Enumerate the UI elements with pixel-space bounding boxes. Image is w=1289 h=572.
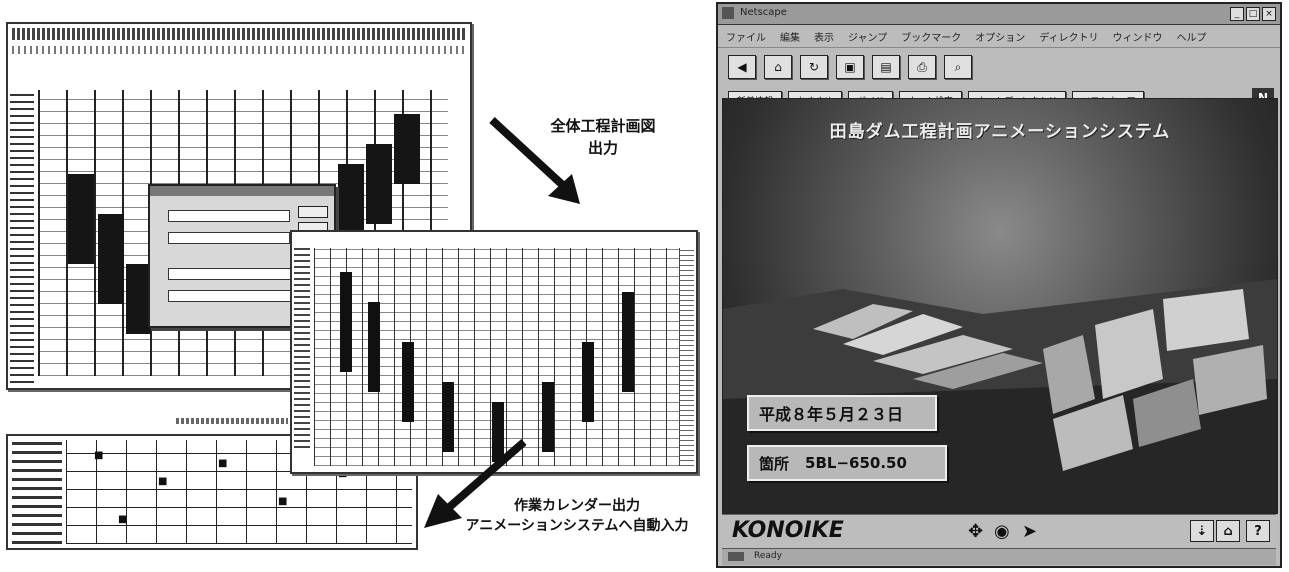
animation-viewport: 田島ダム工程計画アニメーションシステム 平成８年５月２３日 箇所 5BL−650…: [722, 98, 1278, 514]
system-menu-icon[interactable]: [722, 7, 734, 19]
help-button[interactable]: ?: [1246, 520, 1270, 542]
konoike-logo: KONOIKE: [732, 518, 844, 543]
find-icon[interactable]: ⌕: [944, 55, 972, 79]
schedule-bar: [340, 272, 352, 372]
spreadsheet-formula-bar: [12, 46, 466, 54]
overview-right-column: [679, 248, 694, 466]
menu-edit[interactable]: 編集: [780, 29, 800, 44]
schedule-bar: [542, 382, 554, 452]
spreadsheet-row-labels: [10, 90, 34, 390]
dialog-titlebar: [150, 186, 334, 196]
dialog-option[interactable]: [168, 268, 310, 280]
menu-file[interactable]: ファイル: [726, 29, 766, 44]
status-bar: Ready: [722, 548, 1276, 565]
menu-bookmarks[interactable]: ブックマーク: [901, 29, 961, 44]
maximize-icon[interactable]: □: [1246, 7, 1260, 21]
chart-footer-text: [176, 418, 288, 424]
back-icon[interactable]: ◀: [728, 55, 756, 79]
date-text: 平成８年５月２３日: [759, 405, 904, 424]
overview-row-labels: [294, 248, 310, 448]
schedule-bar: [622, 292, 634, 392]
schedule-bar: [582, 342, 594, 422]
calendar-mark: ■: [118, 514, 128, 525]
menu-options[interactable]: オプション: [975, 29, 1025, 44]
calendar-row-labels: [12, 440, 62, 544]
schedule-bar: [68, 174, 94, 264]
dialog-ok-button[interactable]: [298, 206, 328, 218]
eye-view-icon[interactable]: ◉: [994, 521, 1010, 542]
home-icon[interactable]: ⌂: [764, 55, 792, 79]
schedule-bar: [98, 214, 124, 304]
schedule-bar: [126, 264, 150, 334]
date-display: 平成８年５月２３日: [747, 395, 937, 431]
arrow-to-calendar-icon: [424, 438, 527, 528]
dialog-option[interactable]: [168, 290, 310, 302]
open-icon[interactable]: ▤: [872, 55, 900, 79]
schedule-bar: [402, 342, 414, 422]
control-bar: KONOIKE ✥ ◉ ➤ ⇣ ⌂ ?: [722, 514, 1276, 547]
minimize-icon[interactable]: _: [1230, 7, 1244, 21]
calendar-mark: ■: [218, 458, 228, 469]
menu-go[interactable]: ジャンプ: [848, 29, 887, 44]
location-label: 箇所: [759, 454, 790, 473]
menu-view[interactable]: 表示: [814, 29, 834, 44]
security-key-icon: [728, 552, 744, 561]
close-icon[interactable]: ×: [1262, 7, 1276, 21]
calendar-mark: ■: [278, 496, 288, 507]
arrow-to-overall-chart-icon: [489, 117, 580, 204]
schedule-bar: [368, 302, 380, 392]
menu-window[interactable]: ウィンドウ: [1113, 29, 1163, 44]
calendar-mark: ■: [158, 476, 168, 487]
status-text: Ready: [754, 551, 782, 561]
menu-directory[interactable]: ディレクトリ: [1039, 29, 1098, 44]
print-icon[interactable]: ⎙: [908, 55, 936, 79]
schedule-bar: [394, 114, 420, 184]
location-value: 5BL−650.50: [805, 454, 907, 472]
title-bar: Netscape _ □ ×: [718, 4, 1280, 25]
dialog-option[interactable]: [168, 210, 290, 222]
dialog-option[interactable]: [168, 232, 290, 244]
move-cross-icon[interactable]: ✥: [968, 521, 983, 542]
toolbar: ◀ ⌂ ↻ ▣ ▤ ⎙ ⌕: [718, 48, 1280, 86]
system-title: 田島ダム工程計画アニメーションシステム: [829, 122, 1171, 142]
forward-arrow-icon[interactable]: ➤: [1022, 521, 1037, 542]
browser-window: Netscape _ □ × ファイル 編集 表示 ジャンプ ブックマーク オプ…: [716, 2, 1282, 568]
reload-icon[interactable]: ↻: [800, 55, 828, 79]
spreadsheet-toolbar: [12, 28, 466, 40]
calendar-mark: ■: [94, 450, 104, 461]
images-icon[interactable]: ▣: [836, 55, 864, 79]
download-icon[interactable]: ⇣: [1190, 520, 1214, 542]
menu-bar: ファイル 編集 表示 ジャンプ ブックマーク オプション ディレクトリ ウィンド…: [718, 25, 1280, 48]
schedule-bar: [366, 144, 392, 224]
home-icon[interactable]: ⌂: [1216, 520, 1240, 542]
location-display: 箇所 5BL−650.50: [747, 445, 947, 481]
window-title: Netscape: [740, 7, 787, 18]
menu-help[interactable]: ヘルプ: [1177, 29, 1207, 44]
